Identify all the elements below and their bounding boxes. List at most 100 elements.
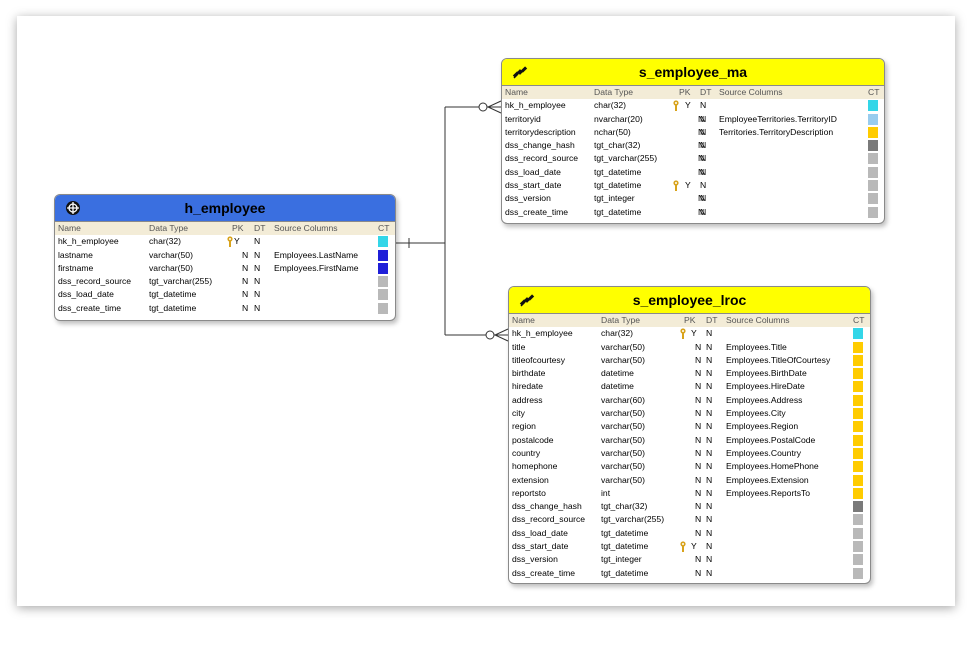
- column-data-type: tgt_char(32): [594, 140, 641, 151]
- pk-flag: Y: [691, 328, 697, 339]
- pk-flag: Y: [685, 180, 691, 191]
- dt-flag: N: [700, 180, 707, 191]
- table-row[interactable]: city varchar(50) N N Employees.City: [509, 407, 870, 420]
- table-row[interactable]: lastname varchar(50) N N Employees.LastName: [55, 249, 395, 262]
- dt-flag: N: [706, 487, 713, 498]
- table-s-employee-ma[interactable]: s_employee_ma Name Data Type PK DT Sourc…: [501, 58, 885, 224]
- table-header[interactable]: s_employee_lroc: [509, 287, 870, 314]
- column-name: address: [512, 394, 543, 405]
- ct-color-swatch: [378, 302, 388, 314]
- table-row[interactable]: birthdate datetime N N Employees.BirthDate: [509, 367, 870, 380]
- dt-flag: N: [706, 381, 713, 392]
- table-row[interactable]: firstname varchar(50) N N Employees.FirstNam…: [55, 262, 395, 275]
- table-row[interactable]: dss_version tgt_integer N N: [509, 553, 870, 566]
- dt-flag: N: [706, 554, 713, 565]
- table-h-employee[interactable]: h_employee Name Data Type PK DT Source C…: [54, 194, 396, 321]
- table-row[interactable]: dss_record_source tgt_varchar(255) N N: [502, 152, 884, 165]
- source-column: Employees.FirstName: [274, 262, 359, 273]
- table-row[interactable]: dss_create_time tgt_datetime N N: [509, 567, 870, 580]
- table-row[interactable]: hk_h_employee char(32) Y N: [509, 327, 870, 340]
- ct-color-swatch: [853, 501, 863, 513]
- column-data-type: char(32): [594, 100, 626, 111]
- table-row[interactable]: region varchar(50) N N Employees.Region: [509, 420, 870, 433]
- source-column: Employees.HomePhone: [726, 461, 819, 472]
- column-name: homephone: [512, 461, 558, 472]
- column-name: hk_h_employee: [505, 100, 566, 111]
- pk-flag: N: [695, 434, 702, 445]
- ct-color-swatch: [378, 249, 388, 261]
- pk-flag: N: [695, 567, 702, 578]
- col-dt-header: DT: [706, 315, 718, 325]
- dt-flag: N: [706, 394, 713, 405]
- column-name: firstname: [58, 262, 94, 273]
- col-pk-header: PK: [684, 315, 696, 325]
- column-name: region: [512, 421, 536, 432]
- ct-color-swatch: [853, 408, 863, 420]
- dt-flag: N: [706, 474, 713, 485]
- table-row[interactable]: dss_start_date tgt_datetime Y N: [502, 179, 884, 192]
- column-data-type: tgt_datetime: [149, 302, 197, 313]
- table-row[interactable]: dss_change_hash tgt_char(32) N N: [502, 139, 884, 152]
- column-data-type: varchar(50): [601, 408, 645, 419]
- table-row[interactable]: country varchar(50) N N Employees.Country: [509, 447, 870, 460]
- column-name: hk_h_employee: [58, 236, 119, 247]
- col-type-header: Data Type: [601, 315, 641, 325]
- col-ct-header: CT: [378, 223, 390, 233]
- table-row[interactable]: dss_version tgt_integer N N: [502, 192, 884, 205]
- table-title: s_employee_ma: [638, 64, 748, 80]
- table-row[interactable]: hk_h_employee char(32) Y N: [55, 235, 395, 248]
- dt-flag: N: [706, 368, 713, 379]
- ct-color-swatch: [853, 368, 863, 380]
- column-data-type: varchar(50): [601, 421, 645, 432]
- ct-color-swatch: [868, 126, 878, 138]
- source-column: Employees.Title: [726, 341, 787, 352]
- table-row[interactable]: title varchar(50) N N Employees.Title: [509, 341, 870, 354]
- column-name: dss_create_time: [512, 567, 576, 578]
- column-data-type: varchar(50): [601, 434, 645, 445]
- table-row[interactable]: dss_change_hash tgt_char(32) N N: [509, 500, 870, 513]
- satellite-icon: [512, 66, 528, 79]
- pk-flag: N: [242, 249, 249, 260]
- column-data-type: tgt_datetime: [594, 206, 642, 217]
- table-title: h_employee: [184, 200, 266, 216]
- source-column: Employees.BirthDate: [726, 368, 807, 379]
- pk-flag: Y: [685, 100, 691, 111]
- table-row[interactable]: hk_h_employee char(32) Y N: [502, 99, 884, 112]
- dt-flag: N: [706, 354, 713, 365]
- table-row[interactable]: reportsto int N N Employees.ReportsTo: [509, 487, 870, 500]
- dt-flag: N: [706, 527, 713, 538]
- table-row[interactable]: dss_create_time tgt_datetime N N: [55, 302, 395, 315]
- column-data-type: tgt_varchar(255): [149, 276, 213, 287]
- ct-color-swatch: [378, 289, 388, 301]
- table-row[interactable]: titleofcourtesy varchar(50) N N Employees.Ti…: [509, 354, 870, 367]
- ct-color-swatch: [853, 554, 863, 566]
- table-row[interactable]: dss_load_date tgt_datetime N N: [55, 288, 395, 301]
- ct-color-swatch: [853, 394, 863, 406]
- dt-flag: N: [254, 276, 261, 287]
- table-row[interactable]: dss_create_time tgt_datetime N N: [502, 206, 884, 219]
- table-row[interactable]: dss_start_date tgt_datetime Y N: [509, 540, 870, 553]
- table-row[interactable]: dss_load_date tgt_datetime N N: [502, 166, 884, 179]
- column-data-type: char(32): [601, 328, 633, 339]
- table-row[interactable]: territorydescription nchar(50) N N Territori…: [502, 126, 884, 139]
- key-icon: [673, 100, 679, 112]
- col-ct-header: CT: [853, 315, 865, 325]
- column-data-type: tgt_datetime: [149, 289, 197, 300]
- source-column: Employees.Address: [726, 394, 803, 405]
- col-source-header: Source Columns: [274, 223, 338, 233]
- table-row[interactable]: dss_record_source tgt_varchar(255) N N: [509, 513, 870, 526]
- table-row[interactable]: homephone varchar(50) N N Employees.HomePhon…: [509, 460, 870, 473]
- table-row[interactable]: extension varchar(50) N N Employees.Extensio…: [509, 474, 870, 487]
- table-row[interactable]: territoryid nvarchar(20) N N EmployeeTerrito…: [502, 113, 884, 126]
- table-row[interactable]: dss_load_date tgt_datetime N N: [509, 527, 870, 540]
- table-header[interactable]: h_employee: [55, 195, 395, 222]
- table-s-employee-lroc[interactable]: s_employee_lroc Name Data Type PK DT Sou…: [508, 286, 871, 584]
- table-row[interactable]: address varchar(60) N N Employees.Address: [509, 394, 870, 407]
- column-name: dss_change_hash: [505, 140, 575, 151]
- table-row[interactable]: postalcode varchar(50) N N Employees.PostalC…: [509, 434, 870, 447]
- table-header[interactable]: s_employee_ma: [502, 59, 884, 86]
- dt-flag: N: [700, 193, 707, 204]
- table-row[interactable]: dss_record_source tgt_varchar(255) N N: [55, 275, 395, 288]
- table-row[interactable]: hiredate datetime N N Employees.HireDate: [509, 380, 870, 393]
- col-dt-header: DT: [254, 223, 266, 233]
